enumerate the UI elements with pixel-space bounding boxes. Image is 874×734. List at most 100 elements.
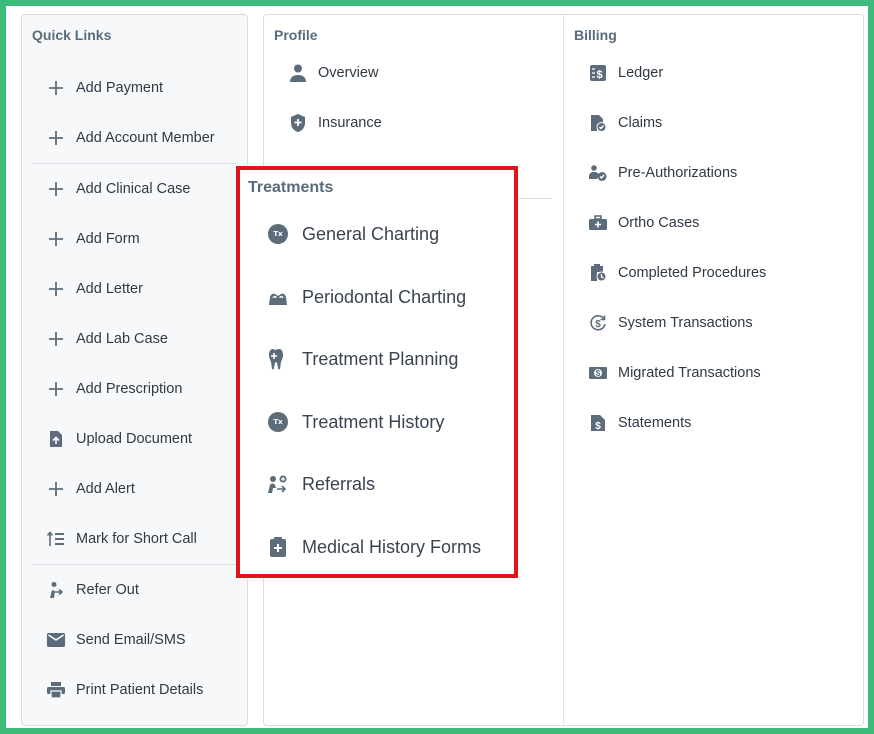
envelope-icon — [46, 630, 66, 650]
svg-text:$: $ — [596, 69, 602, 81]
link-label: Add Clinical Case — [76, 181, 191, 197]
migrated-cash-icon: $ — [588, 363, 608, 383]
add-account-member-link[interactable]: Add Account Member — [46, 128, 215, 148]
link-label: Add Prescription — [76, 381, 183, 397]
billing-ortho-cases-link[interactable]: Ortho Cases — [588, 213, 699, 233]
add-letter-link[interactable]: Add Letter — [46, 279, 143, 299]
upload-document-link[interactable]: Upload Document — [46, 429, 192, 449]
plus-icon — [46, 229, 66, 249]
link-label: Periodontal Charting — [302, 286, 467, 307]
tx-badge: Tx — [268, 224, 288, 244]
link-label: Add Account Member — [76, 130, 215, 146]
ledger-icon: $ — [588, 63, 608, 83]
add-prescription-link[interactable]: Add Prescription — [46, 379, 182, 399]
link-label: Medical History Forms — [302, 536, 482, 557]
billing-system-transactions-link[interactable]: $ System Transactions — [588, 313, 753, 333]
link-label: Statements — [618, 415, 692, 431]
plus-icon — [46, 78, 66, 98]
treatments-treatment-history-link[interactable]: Tx Treatment History — [266, 410, 444, 434]
divider — [32, 163, 236, 164]
link-label: Mark for Short Call — [76, 531, 197, 547]
billing-title: Billing — [574, 27, 617, 43]
plus-icon — [46, 179, 66, 199]
column-divider — [563, 15, 564, 725]
link-label: Print Patient Details — [76, 682, 204, 698]
link-label: Upload Document — [76, 431, 193, 447]
quick-links-title: Quick Links — [32, 27, 112, 43]
link-label: Claims — [618, 115, 663, 131]
treatments-title: Treatments — [248, 179, 334, 196]
treatments-referrals-link[interactable]: Referrals — [266, 472, 375, 496]
link-label: Ortho Cases — [618, 215, 700, 231]
quick-links-panel — [21, 14, 248, 726]
svg-text:$: $ — [595, 421, 601, 432]
link-label: Add Alert — [76, 481, 135, 497]
send-email-sms-link[interactable]: Send Email/SMS — [46, 630, 186, 650]
link-label: Ledger — [618, 65, 664, 81]
plus-icon — [46, 128, 66, 148]
link-label: Refer Out — [76, 582, 139, 598]
billing-claims-link[interactable]: Claims — [588, 113, 662, 133]
short-call-list-icon — [46, 529, 66, 549]
completed-procedures-icon — [588, 263, 608, 283]
mark-for-short-call-link[interactable]: Mark for Short Call — [46, 529, 197, 549]
divider — [32, 564, 236, 565]
tx-badge-icon: Tx — [266, 410, 290, 434]
tooth-plus-icon — [266, 347, 290, 371]
referral-icon — [266, 472, 290, 496]
upload-document-icon — [46, 429, 66, 449]
link-label: Treatment History — [302, 411, 445, 432]
treatments-treatment-planning-link[interactable]: Treatment Planning — [266, 347, 458, 371]
billing-pre-authorizations-link[interactable]: Pre-Authorizations — [588, 163, 737, 183]
link-label: Treatment Planning — [302, 348, 459, 369]
billing-statements-link[interactable]: $ Statements — [588, 413, 691, 433]
treatments-periodontal-charting-link[interactable]: Periodontal Charting — [266, 285, 466, 309]
statement-icon: $ — [588, 413, 608, 433]
svg-text:$: $ — [596, 369, 601, 378]
shield-plus-icon — [288, 113, 308, 133]
svg-text:$: $ — [595, 319, 601, 330]
treatments-menu: Treatments Tx General Charting Periodont… — [236, 166, 518, 578]
link-label: Pre-Authorizations — [618, 165, 738, 181]
link-label: Add Letter — [76, 281, 143, 297]
add-payment-link[interactable]: Add Payment — [46, 78, 163, 98]
refer-out-link[interactable]: Refer Out — [46, 580, 139, 600]
link-label: Insurance — [318, 115, 382, 131]
link-label: General Charting — [302, 223, 440, 244]
billing-completed-procedures-link[interactable]: Completed Procedures — [588, 263, 766, 283]
plus-icon — [46, 329, 66, 349]
link-label: Add Lab Case — [76, 331, 168, 347]
medical-clipboard-icon — [266, 535, 290, 559]
add-alert-link[interactable]: Add Alert — [46, 479, 135, 499]
person-icon — [288, 63, 308, 83]
billing-migrated-transactions-link[interactable]: $ Migrated Transactions — [588, 363, 761, 383]
profile-overview-link[interactable]: Overview — [288, 63, 378, 83]
link-label: Add Form — [76, 231, 140, 247]
refer-out-icon — [46, 580, 66, 600]
link-label: Send Email/SMS — [76, 632, 186, 648]
claims-icon — [588, 113, 608, 133]
link-label: System Transactions — [618, 315, 753, 331]
link-label: Referrals — [302, 473, 376, 494]
tx-badge-icon: Tx — [266, 222, 290, 246]
add-clinical-case-link[interactable]: Add Clinical Case — [46, 179, 190, 199]
gum-icon — [266, 285, 290, 309]
printer-icon — [46, 680, 66, 700]
pre-authorization-icon — [588, 163, 608, 183]
billing-ledger-link[interactable]: $ Ledger — [588, 63, 663, 83]
link-label: Overview — [318, 65, 379, 81]
briefcase-icon — [588, 213, 608, 233]
plus-icon — [46, 279, 66, 299]
link-label: Add Payment — [76, 80, 164, 96]
link-label: Completed Procedures — [618, 265, 767, 281]
add-lab-case-link[interactable]: Add Lab Case — [46, 329, 168, 349]
add-form-link[interactable]: Add Form — [46, 229, 140, 249]
treatments-general-charting-link[interactable]: Tx General Charting — [266, 222, 439, 246]
print-patient-details-link[interactable]: Print Patient Details — [46, 680, 203, 700]
link-label: Migrated Transactions — [618, 365, 761, 381]
tx-badge: Tx — [268, 412, 288, 432]
dollar-cycle-icon: $ — [588, 313, 608, 333]
plus-icon — [46, 379, 66, 399]
profile-insurance-link[interactable]: Insurance — [288, 113, 382, 133]
treatments-medical-history-forms-link[interactable]: Medical History Forms — [266, 535, 481, 559]
